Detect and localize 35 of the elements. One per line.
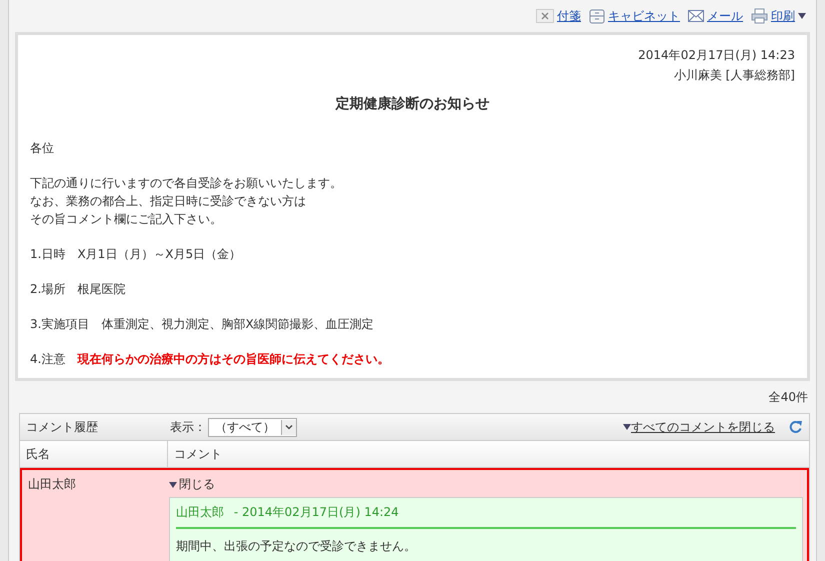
message-paragraph: 各位: [30, 140, 55, 157]
message-paragraph: 1.日時 X月1日（月）～X月5日（金）: [30, 246, 242, 263]
comment-date: - 2014年02月17日(月) 14:24: [234, 505, 399, 519]
message-paragraph: 下記の通りに行いますので各自受診をお願いいたします。 なお、業務の都合上、指定日時に受診できない方は その旨コメント欄にご記入下さい。: [30, 175, 343, 228]
mail-icon: [688, 10, 704, 22]
column-header: 氏名: [25, 446, 51, 462]
toolbar-link[interactable]: 付箋: [536, 8, 581, 24]
message-paragraph: 3.実施項目 体重測定、視力測定、胸部X線関節撮影、血圧測定: [30, 316, 375, 333]
filter-dropdown[interactable]: （すべて）: [208, 418, 297, 436]
message-date: 2014年02月17日(月) 14:23: [637, 47, 795, 64]
comment-history-title: コメント履歴: [26, 418, 99, 436]
collapse-all-link[interactable]: すべてのコメントを閉じる: [631, 418, 775, 436]
collapse-toggle[interactable]: 閉じる: [169, 476, 215, 493]
notice-label: 4.注意: [30, 352, 66, 366]
notice-text: 現在何らかの治療中の方はその旨医師に伝えてください。: [77, 352, 390, 366]
total-count: 全40件: [768, 389, 809, 406]
caret-icon: [623, 424, 631, 430]
comment-author: 山田太郎: [176, 505, 224, 519]
message-paragraph: 2.場所 根尾医院: [30, 281, 126, 298]
toolbar-link[interactable]: メール: [688, 8, 743, 24]
printer-icon: [751, 8, 768, 24]
message-title: 定期健康診断のお知らせ: [334, 95, 490, 113]
filter-label: 表示：: [170, 418, 206, 436]
commenter-name: 山田太郎: [27, 476, 77, 493]
toolbar-link[interactable]: キャビネット: [589, 8, 680, 24]
comment-text: 期間中、出張の予定なので受診できません。: [176, 538, 417, 555]
caret-icon: [169, 482, 177, 488]
column-header: コメント: [167, 441, 809, 467]
chevron-down-icon: [285, 424, 293, 430]
close-icon: [536, 9, 554, 23]
message-author: 小川麻美 [人事総務部]: [672, 67, 795, 84]
cabinet-icon: [589, 8, 605, 24]
toolbar-link[interactable]: 印刷: [751, 8, 806, 24]
refresh-icon[interactable]: [789, 420, 803, 434]
comment-row[interactable]: 山田太郎 閉じる 山田太郎 - 2014年02月17日(月) 14:24 期間中、出張の予定なので受診できません。: [20, 468, 809, 561]
